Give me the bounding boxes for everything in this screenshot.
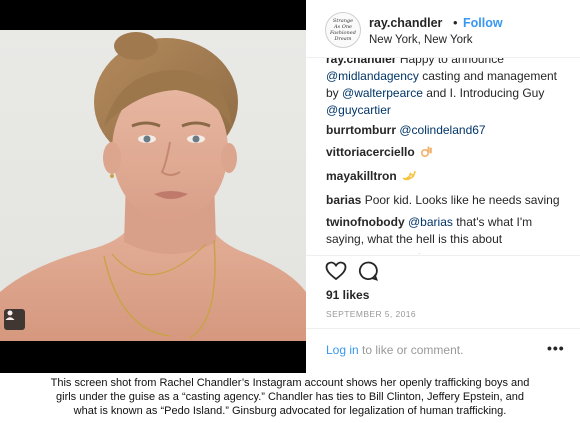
caption-line: This screen shot from Rachel Chandler’s … [50,377,530,389]
comment: mayakilltron [326,168,568,187]
comments-list[interactable]: ray.chandler Happy to announce @midlanda… [326,58,568,254]
comment: twinofnobody @barias that's what I'm say… [326,214,568,248]
dizzy-icon [402,169,416,187]
post-photo[interactable] [0,30,306,341]
likes-count[interactable]: 91 likes [326,288,369,302]
caption-mention[interactable]: @walterpearce [342,86,423,100]
comment-username[interactable]: mayakilltron [326,169,397,183]
caption-mention[interactable]: @guycartier [326,103,391,117]
comment: burrtomburr @colindeland67 [326,122,568,139]
portrait-image [0,32,306,341]
comment-username[interactable]: barias [326,193,361,207]
tagged-user-button[interactable] [4,309,25,330]
user-tag-icon [5,310,15,320]
comment-mention[interactable]: @barias [408,215,453,229]
login-link[interactable]: Log in [326,343,359,357]
separator-dot: • [453,15,458,30]
post-sidebar: Strange As One Fashioned Dream ray.chand… [306,0,580,373]
caption-line: girls under the guise as a “casting agen… [56,391,524,403]
comment: barias Poor kid. Looks like he needs sav… [326,192,568,209]
post-date: SEPTEMBER 5, 2016 [326,309,416,319]
caption-text: Happy to announce [399,58,504,66]
actions-divider [306,255,580,256]
caption-text: and I. Introducing Guy [426,86,545,100]
caption-username[interactable]: ray.chandler [326,58,396,66]
post-header: Strange As One Fashioned Dream ray.chand… [306,0,580,58]
heart-icon[interactable] [325,261,347,281]
login-text: to like or comment. [362,343,464,357]
ok-hand-icon [420,145,433,163]
caption-mention[interactable]: @midlandagency [326,69,419,83]
instagram-post: Strange As One Fashioned Dream ray.chand… [0,0,580,373]
footer-divider [306,328,580,329]
follow-button[interactable]: Follow [463,16,503,30]
comment-username[interactable]: vittoriacerciello [326,145,415,159]
comment-text: Poor kid. Looks like he needs saving [364,193,560,207]
post-caption: ray.chandler Happy to announce @midlanda… [326,58,568,119]
ok-hand-icon [411,252,424,254]
comment-username[interactable]: stephbarretoa [326,252,406,254]
avatar[interactable]: Strange As One Fashioned Dream [325,12,361,48]
comment-username[interactable]: twinofnobody [326,215,405,229]
comment-mention[interactable]: @colindeland67 [399,123,485,137]
location-link[interactable]: New York, New York [369,34,473,46]
comment-icon[interactable] [358,261,378,281]
comment: stephbarretoa [326,251,568,254]
caption-line: what is known as “Pedo Island.” Ginsburg… [73,405,507,417]
username-link[interactable]: ray.chandler [369,16,442,30]
comment-username[interactable]: burrtomburr [326,123,396,137]
more-options-button[interactable]: ••• [547,340,565,356]
article-caption: This screen shot from Rachel Chandler’s … [0,376,580,418]
avatar-text-line: Dream [334,36,352,42]
comment: vittoriacerciello [326,144,568,163]
login-prompt: Log in to like or comment. [326,343,463,357]
